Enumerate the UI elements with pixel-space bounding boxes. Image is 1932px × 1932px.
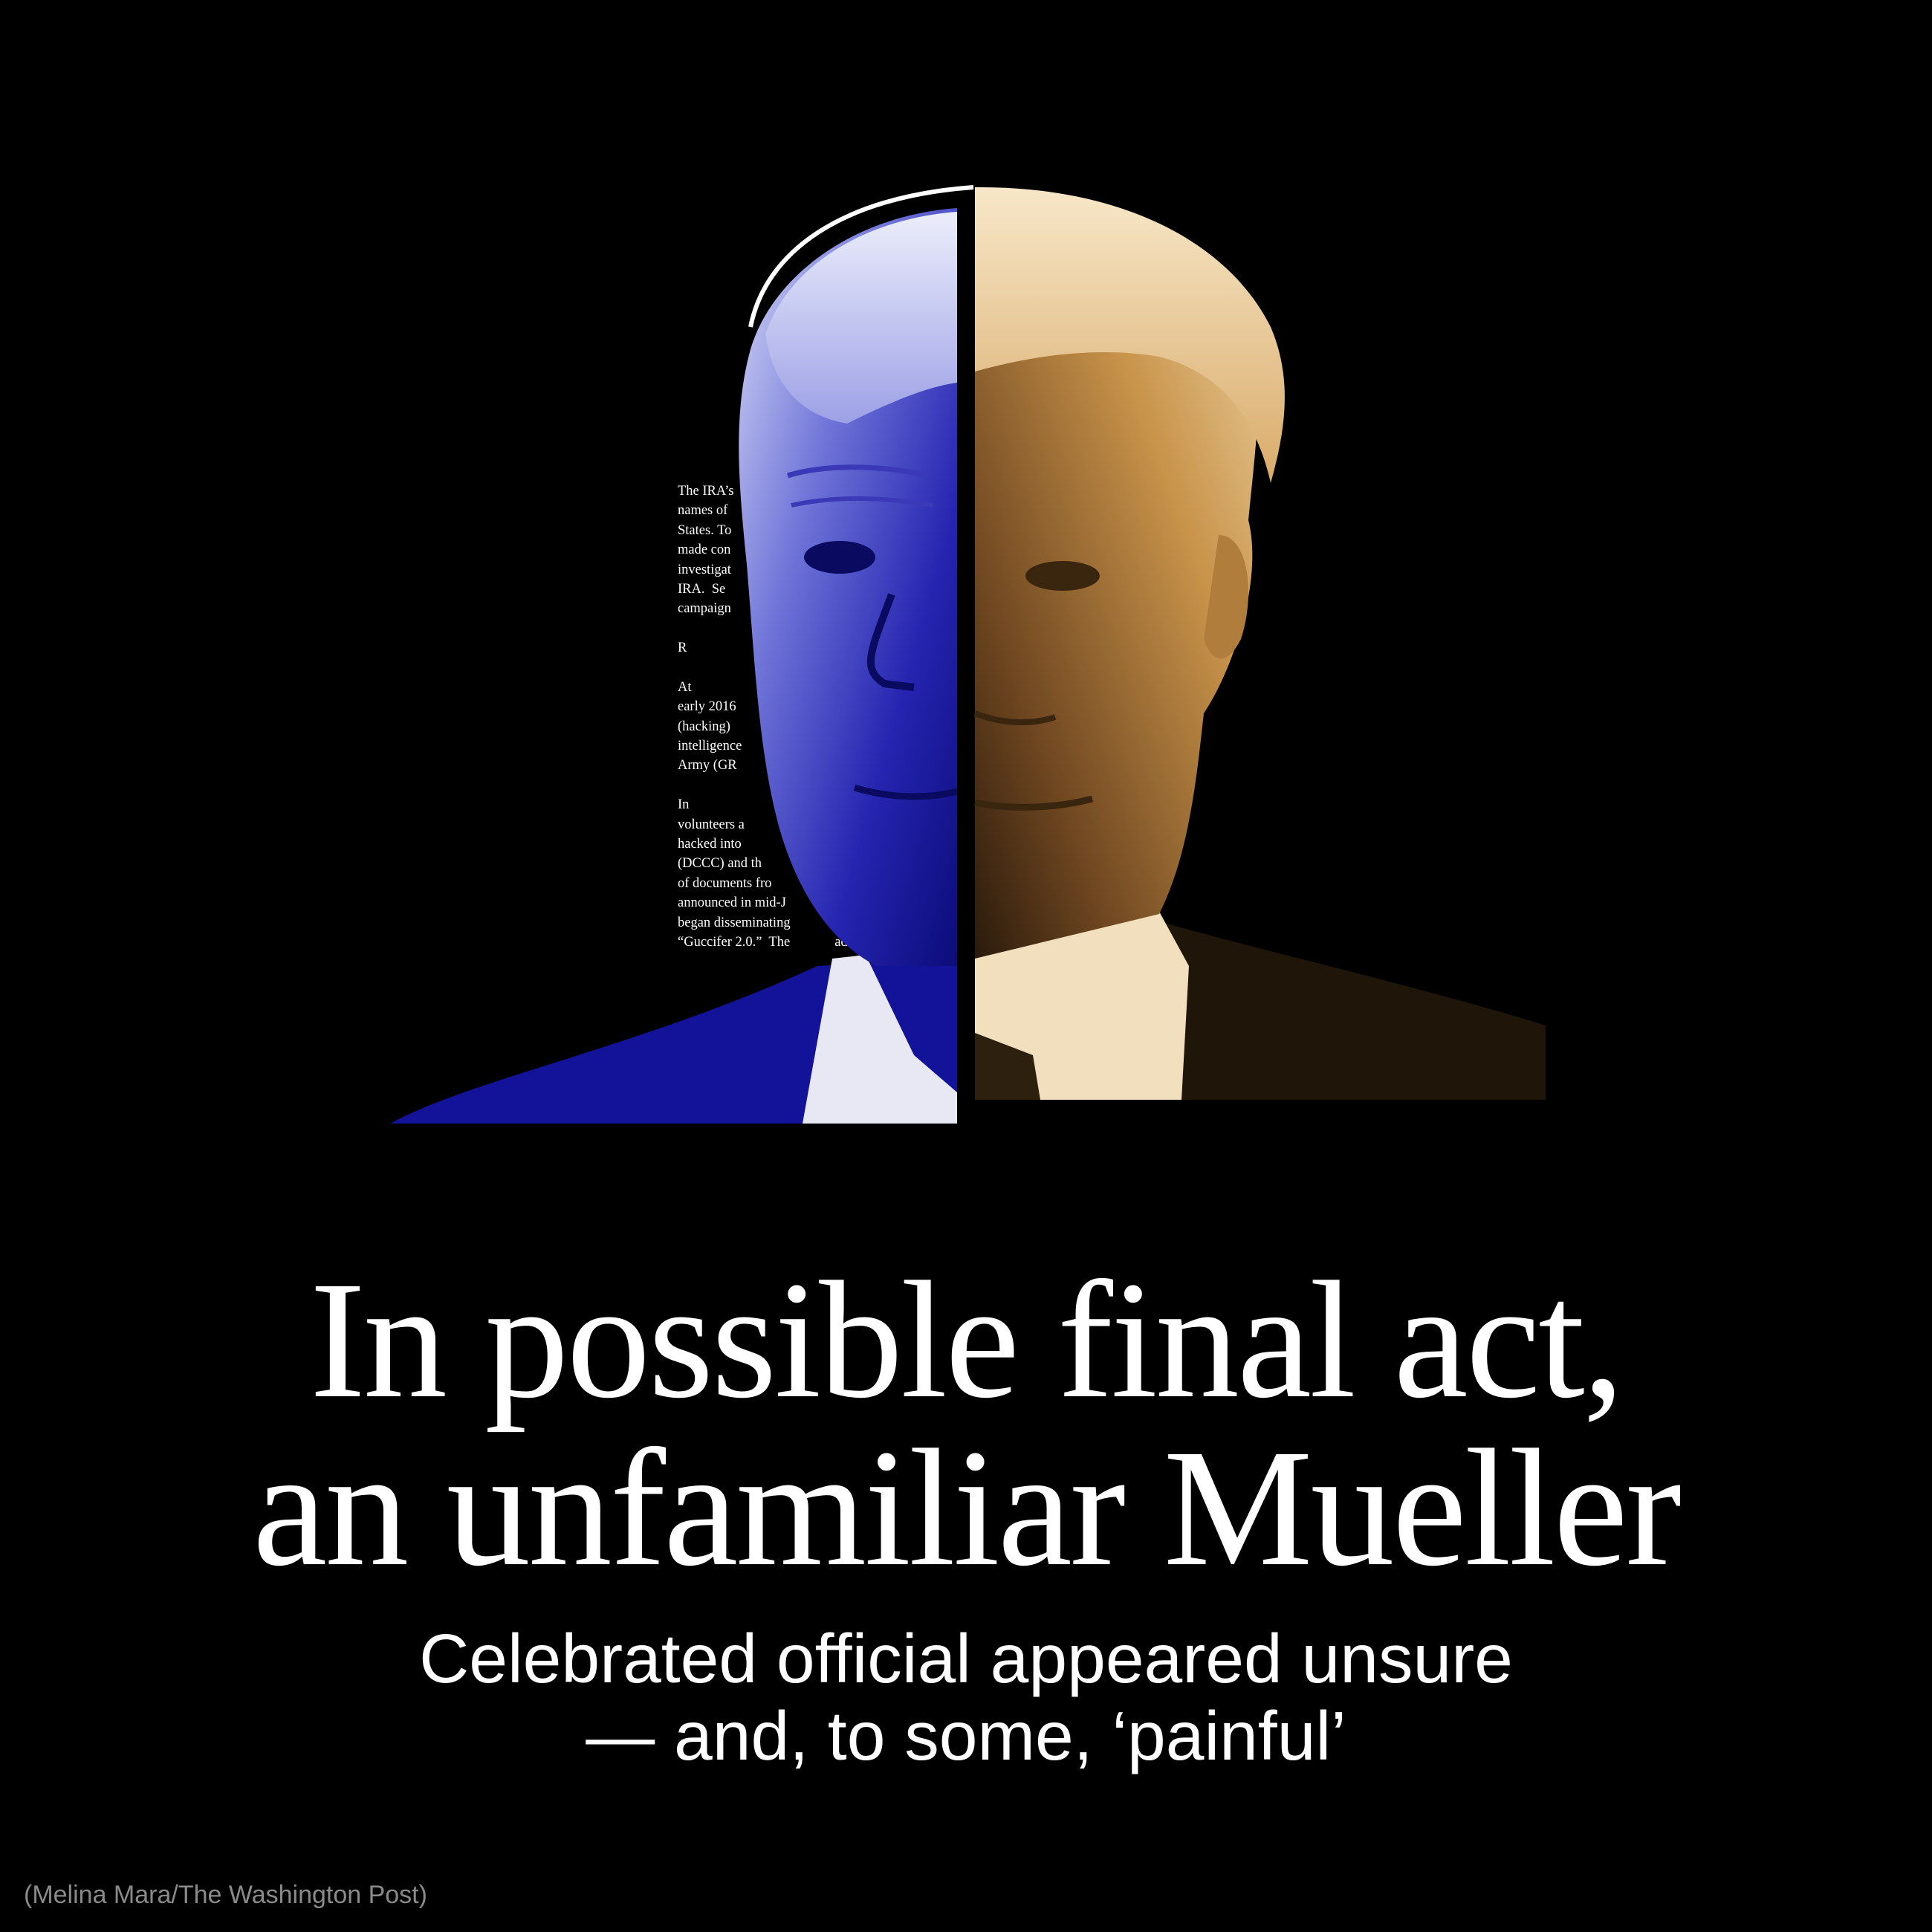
cover-illustration: The IRA’s of politicalnames of well as t… [0,0,1932,1159]
headline-line-1: In possible final act, [309,1247,1625,1433]
subheadline: Celebrated official appeared unsure — an… [0,1620,1932,1774]
split-portrait [390,185,1546,1124]
portrait-blue-half-icon [390,208,959,1124]
subheadline-line-1: Celebrated official appeared unsure [419,1620,1513,1697]
headline: In possible final act, an unfamiliar Mue… [0,1256,1932,1592]
subheadline-line-2: — and, to some, ‘painful’ [586,1697,1346,1774]
photo-credit: (Melina Mara/The Washington Post) [24,1881,427,1909]
headline-line-2: an unfamiliar Mueller [252,1415,1682,1601]
portrait-gold-half-icon [973,187,1546,1100]
